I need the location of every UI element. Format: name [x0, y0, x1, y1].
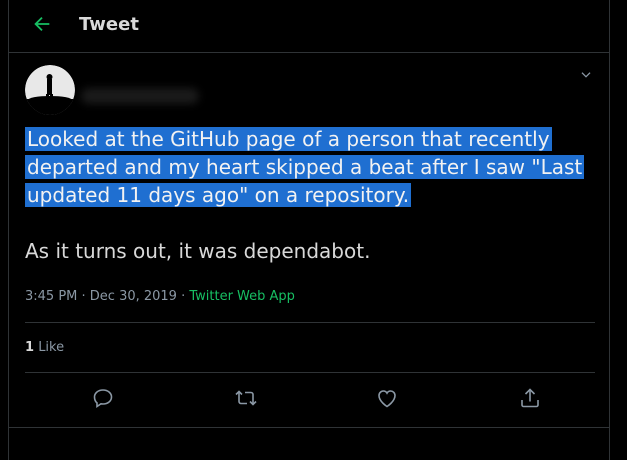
tweet-body: Looked at the GitHub page of a person th…: [25, 125, 605, 265]
likes-stat[interactable]: 1 Like: [25, 340, 64, 355]
like-icon[interactable]: [375, 386, 399, 410]
tweet-paragraph: As it turns out, it was dependabot.: [25, 239, 371, 263]
action-bar: [25, 380, 595, 416]
divider: [25, 322, 595, 323]
tweet-page: Tweet Looked at the GitHub page of a per…: [8, 0, 610, 460]
tweet-timestamp[interactable]: 3:45 PM · Dec 30, 2019 ·: [25, 289, 189, 304]
chevron-down-icon[interactable]: [577, 66, 595, 84]
avatar-image: [25, 65, 75, 115]
reply-icon[interactable]: [91, 386, 115, 410]
likes-count: 1: [25, 340, 35, 355]
divider: [25, 372, 595, 373]
page-title: Tweet: [79, 14, 139, 35]
tweet-meta: 3:45 PM · Dec 30, 2019 · Twitter Web App: [25, 289, 295, 304]
avatar[interactable]: [25, 65, 75, 115]
retweet-icon[interactable]: [234, 386, 258, 410]
likes-label: Like: [38, 340, 65, 355]
back-arrow-icon[interactable]: [31, 13, 53, 35]
tweet-source-link[interactable]: Twitter Web App: [189, 289, 295, 304]
header: Tweet: [9, 0, 609, 53]
tweet-paragraph-selected: Looked at the GitHub page of a person th…: [25, 127, 585, 207]
divider: [9, 427, 609, 428]
author-name-redacted[interactable]: [81, 88, 199, 104]
share-icon[interactable]: [518, 386, 542, 410]
